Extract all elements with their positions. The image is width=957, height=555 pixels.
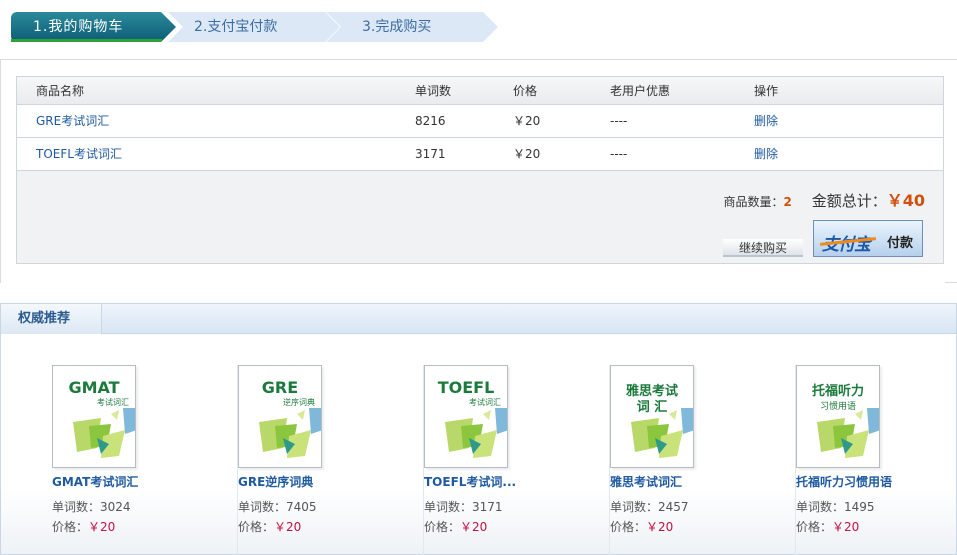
word-count: 3171 [415,137,513,171]
word-count: 8216 [415,104,513,138]
price-value: ￥20 [460,520,488,534]
book-cover[interactable]: GMAT 考试词汇 [52,365,136,468]
book-item[interactable]: 托福听力 习惯用语 托福听力习惯用语 单词数：1495 价格：￥20 [796,365,957,555]
book-price: 价格：￥20 [424,518,487,535]
book-item[interactable]: TOEFL 考试词汇 TOEFL考试词... 单词数：3171 价格：￥20 [424,365,610,555]
word-count-value: 2457 [658,500,689,514]
item-count-value: 2 [783,195,792,209]
word-count-value: 1495 [844,500,875,514]
word-count-label: 单词数： [238,500,287,514]
discount: ---- [610,104,754,138]
book-price: 价格：￥20 [796,518,859,535]
price-value: ￥20 [274,520,302,534]
cart-table: 商品名称 单词数 价格 老用户优惠 操作 GRE考试词汇 8216 ￥20 --… [17,77,943,171]
col-word-count: 单词数 [415,77,513,105]
book-cover[interactable]: 雅思考试 词 汇 [610,365,694,468]
table-row: GRE考试词汇 8216 ￥20 ---- 删除 [17,104,943,138]
book-item[interactable]: 雅思考试 词 汇 雅思考试词汇 单词数：2457 价格：￥20 [610,365,796,555]
total-amount-value: ￥40 [886,191,925,210]
cover-title: GMAT [68,378,120,397]
cover-art-icon [631,408,693,458]
cart-panel: 商品名称 单词数 价格 老用户优惠 操作 GRE考试词汇 8216 ￥20 --… [16,76,944,264]
book-item[interactable]: GMAT 考试词汇 GMAT考试词汇 单词数：3024 价格：￥20 [52,365,238,555]
step-my-cart: 1.我的购物车 [11,12,176,42]
cover-title: TOEFL [437,378,495,397]
table-row: TOEFL考试词汇 3171 ￥20 ---- 删除 [17,137,943,171]
price-label: 价格： [238,520,275,534]
book-price: 价格：￥20 [52,518,115,535]
step-alipay-payment: 2.支付宝付款 [168,12,340,42]
book-price: 价格：￥20 [238,518,301,535]
recommend-section: 权威推荐 GMAT 考试词汇 GMAT考试词汇 单词数：3024 价格：￥20 [0,303,957,555]
word-count-label: 单词数： [796,500,845,514]
cover-art-icon [259,408,321,458]
col-returning-discount: 老用户优惠 [610,77,754,105]
book-cover[interactable]: GRE 逆序词典 [238,365,322,468]
col-product-name: 商品名称 [17,77,415,105]
recommend-header: 权威推荐 [1,304,956,334]
word-count-label: 单词数： [424,500,473,514]
price-value: ￥20 [646,520,674,534]
discount: ---- [610,137,754,171]
continue-shopping-button[interactable]: 继续购买 [723,239,803,257]
total-amount-label: 金额总计： [811,192,887,210]
cover-title: 托福听力 [811,384,864,399]
book-word-count: 单词数：2457 [610,498,689,515]
recommend-list: GMAT 考试词汇 GMAT考试词汇 单词数：3024 价格：￥20 GRE 逆… [1,335,957,555]
cover-art-icon [445,408,507,458]
word-count-value: 7405 [286,500,317,514]
book-title-link[interactable]: 托福听力习惯用语 [796,473,892,490]
col-action: 操作 [754,77,943,105]
word-count-value: 3171 [472,500,503,514]
book-title-link[interactable]: 雅思考试词汇 [610,473,682,490]
recommend-tab[interactable]: 权威推荐 [1,304,102,334]
word-count-value: 3024 [100,500,131,514]
price-value: ￥20 [832,520,860,534]
product-name: GRE考试词汇 [17,104,415,138]
book-title-link[interactable]: TOEFL考试词... [424,473,516,490]
book-word-count: 单词数：7405 [238,498,317,515]
price-value: ￥20 [88,520,116,534]
price: ￥20 [513,104,610,138]
price-label: 价格： [52,520,89,534]
word-count-label: 单词数： [52,500,101,514]
book-price: 价格：￥20 [610,518,673,535]
delete-link[interactable]: 删除 [754,137,943,171]
price: ￥20 [513,137,610,171]
price-label: 价格： [796,520,833,534]
checkout-steps: 1.我的购物车 2.支付宝付款 3.完成购买 [11,12,498,42]
book-word-count: 单词数：3024 [52,498,131,515]
pay-label: 付款 [887,236,914,251]
book-title-link[interactable]: GMAT考试词汇 [52,473,138,490]
cart-summary: 商品数量：2 金额总计：￥40 [724,187,926,211]
cover-subtitle: 考试词汇 [97,398,129,407]
book-word-count: 单词数：3171 [424,498,503,515]
book-cover[interactable]: TOEFL 考试词汇 [424,365,508,468]
price-label: 价格： [424,520,461,534]
product-name: TOEFL考试词汇 [17,137,415,171]
price-label: 价格： [610,520,647,534]
alipay-pay-button[interactable]: 支付宝 付款 [813,220,923,257]
cover-art-icon [73,408,135,458]
book-cover[interactable]: 托福听力 习惯用语 [796,365,880,468]
step-complete-purchase: 3.完成购买 [326,12,498,42]
cover-art-icon [817,408,879,458]
cover-subtitle: 逆序词典 [283,398,315,407]
cart-header-row: 商品名称 单词数 价格 老用户优惠 操作 [17,77,943,105]
book-word-count: 单词数：1495 [796,498,875,515]
book-item[interactable]: GRE 逆序词典 GRE逆序词典 单词数：7405 价格：￥20 [238,365,424,555]
col-price: 价格 [513,77,610,105]
delete-link[interactable]: 删除 [754,104,943,138]
cover-subtitle: 考试词汇 [469,398,501,407]
book-title-link[interactable]: GRE逆序词典 [238,473,313,490]
cover-title: GRE [261,378,299,397]
alipay-logo: 支付宝 [822,230,871,255]
item-count-label: 商品数量： [723,195,784,209]
word-count-label: 单词数： [610,500,659,514]
